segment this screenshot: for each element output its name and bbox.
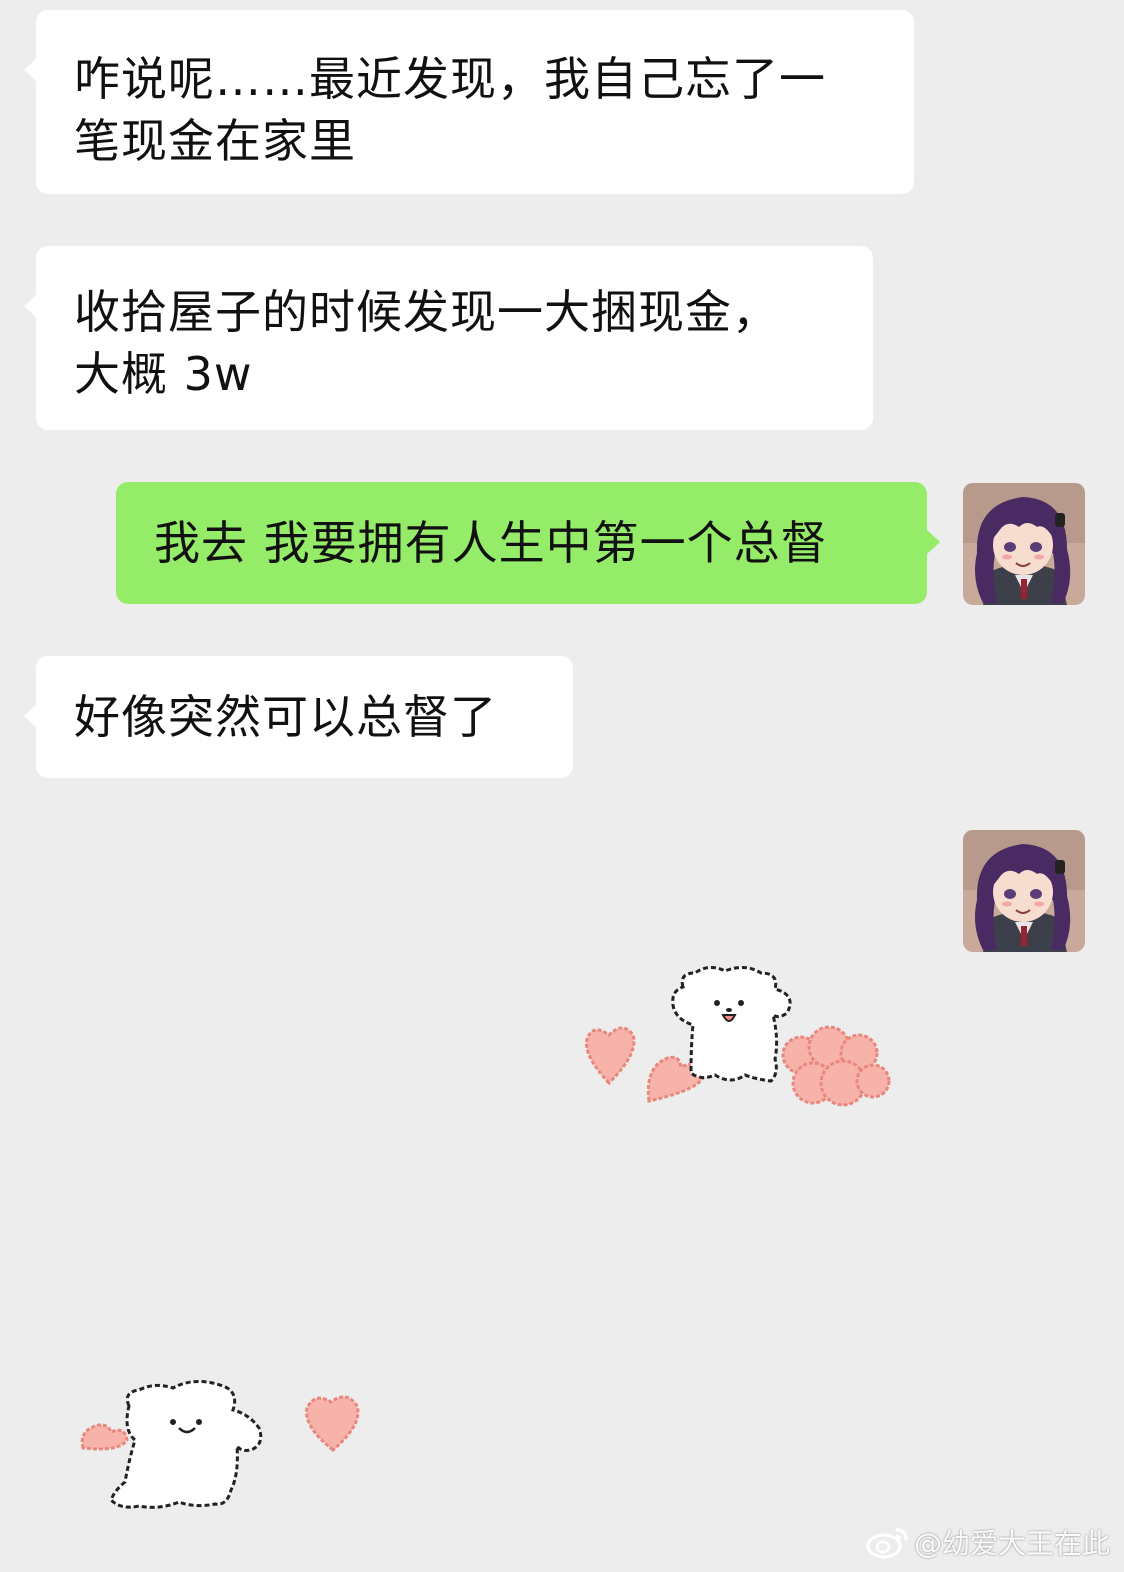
avatar-anime-girl-image	[963, 483, 1085, 605]
message-text-line: 咋说呢……最近发现，我自己忘了一	[74, 52, 826, 106]
message-text-line: 大概 3w	[74, 347, 253, 401]
avatar-anime-girl-image	[963, 830, 1085, 952]
message-text-line: 收拾屋子的时候发现一大捆现金，	[74, 285, 779, 339]
message-bubble-incoming[interactable]: 收拾屋子的时候发现一大捆现金， 大概 3w	[24, 246, 873, 430]
message-text-line: 笔现金在家里	[74, 114, 356, 168]
message-bubble-incoming[interactable]: 咋说呢……最近发现，我自己忘了一 笔现金在家里	[24, 10, 914, 194]
white-bear-waving-hearts-sticker[interactable]	[75, 1370, 370, 1525]
white-bear-with-hearts-sticker[interactable]	[575, 955, 905, 1120]
message-bubble-outgoing[interactable]: 我去 我要拥有人生中第一个总督	[116, 482, 940, 604]
watermark-text: @幼爱大王在此	[913, 1527, 1110, 1560]
weibo-icon	[866, 1528, 908, 1559]
message-text-line: 我去 我要拥有人生中第一个总督	[154, 516, 828, 570]
avatar[interactable]	[963, 483, 1085, 605]
message-text-line: 好像突然可以总督了	[74, 690, 497, 744]
message-bubble-incoming[interactable]: 好像突然可以总督了	[24, 656, 573, 778]
watermark: @幼爱大王在此	[866, 1522, 1110, 1562]
avatar[interactable]	[963, 830, 1085, 952]
